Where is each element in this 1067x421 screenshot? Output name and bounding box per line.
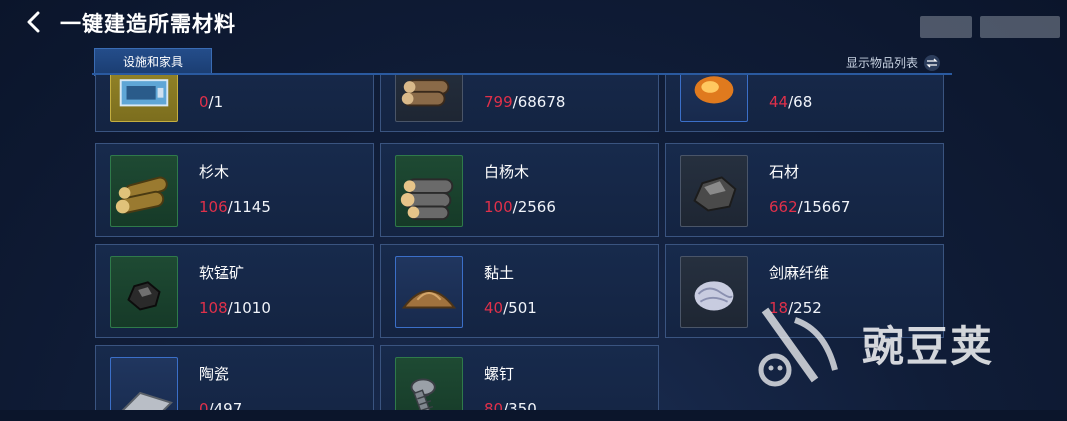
- poplar-wood-icon: [395, 155, 463, 227]
- material-card[interactable]: 44/68: [665, 75, 944, 132]
- page-title: 一键建造所需材料: [60, 12, 236, 36]
- clay-pile-icon: [395, 256, 463, 328]
- material-card[interactable]: 杉木 106/1145: [95, 143, 374, 237]
- material-card[interactable]: 白杨木 100/2566: [380, 143, 659, 237]
- show-item-list-button[interactable]: 显示物品列表: [846, 54, 941, 71]
- material-name: 石材: [769, 163, 800, 181]
- machine-box-icon: [110, 75, 178, 122]
- bottom-edge: [0, 410, 1067, 421]
- log-pile-icon: [395, 75, 463, 122]
- material-name: 杉木: [199, 163, 230, 181]
- material-name: 软锰矿: [199, 264, 245, 282]
- material-count: 100/2566: [484, 198, 556, 216]
- material-count: 662/15667: [769, 198, 851, 216]
- material-name: 螺钉: [484, 365, 515, 383]
- material-card[interactable]: 黏土 40/501: [380, 244, 659, 338]
- material-name: 白杨木: [484, 163, 530, 181]
- blurred-status-area: [920, 16, 972, 38]
- sisal-fiber-icon: [680, 256, 748, 328]
- material-card[interactable]: 螺钉 80/350: [380, 345, 659, 411]
- stone-icon: [680, 155, 748, 227]
- material-name: 陶瓷: [199, 365, 230, 383]
- material-count: 108/1010: [199, 299, 271, 317]
- material-count: 0/1: [199, 93, 224, 111]
- material-count: 106/1145: [199, 198, 271, 216]
- blurred-status-area-2: [980, 16, 1060, 38]
- material-count: 40/501: [484, 299, 537, 317]
- material-count: 799/68678: [484, 93, 566, 111]
- material-card[interactable]: 陶瓷 0/497: [95, 345, 374, 411]
- show-item-list-label: 显示物品列表: [846, 56, 919, 70]
- watermark-text: 豌豆荚: [862, 322, 995, 371]
- material-card[interactable]: 0/1: [95, 75, 374, 132]
- amber-ore-icon: [680, 75, 748, 122]
- swap-icon: [924, 54, 941, 71]
- material-card[interactable]: 石材 662/15667: [665, 143, 944, 237]
- material-card[interactable]: 软锰矿 108/1010: [95, 244, 374, 338]
- ceramic-plate-icon: [110, 357, 178, 411]
- material-name: 剑麻纤维: [769, 264, 830, 282]
- header: 一键建造所需材料: [0, 0, 1067, 44]
- material-count: 44/68: [769, 93, 813, 111]
- tab-facilities-furniture[interactable]: 设施和家具: [94, 48, 212, 76]
- back-button[interactable]: [20, 8, 48, 36]
- material-card[interactable]: 799/68678: [380, 75, 659, 132]
- screw-icon: [395, 357, 463, 411]
- fir-wood-icon: [110, 155, 178, 227]
- material-name: 黏土: [484, 264, 515, 282]
- chevron-left-icon: [27, 11, 40, 33]
- manganese-ore-icon: [110, 256, 178, 328]
